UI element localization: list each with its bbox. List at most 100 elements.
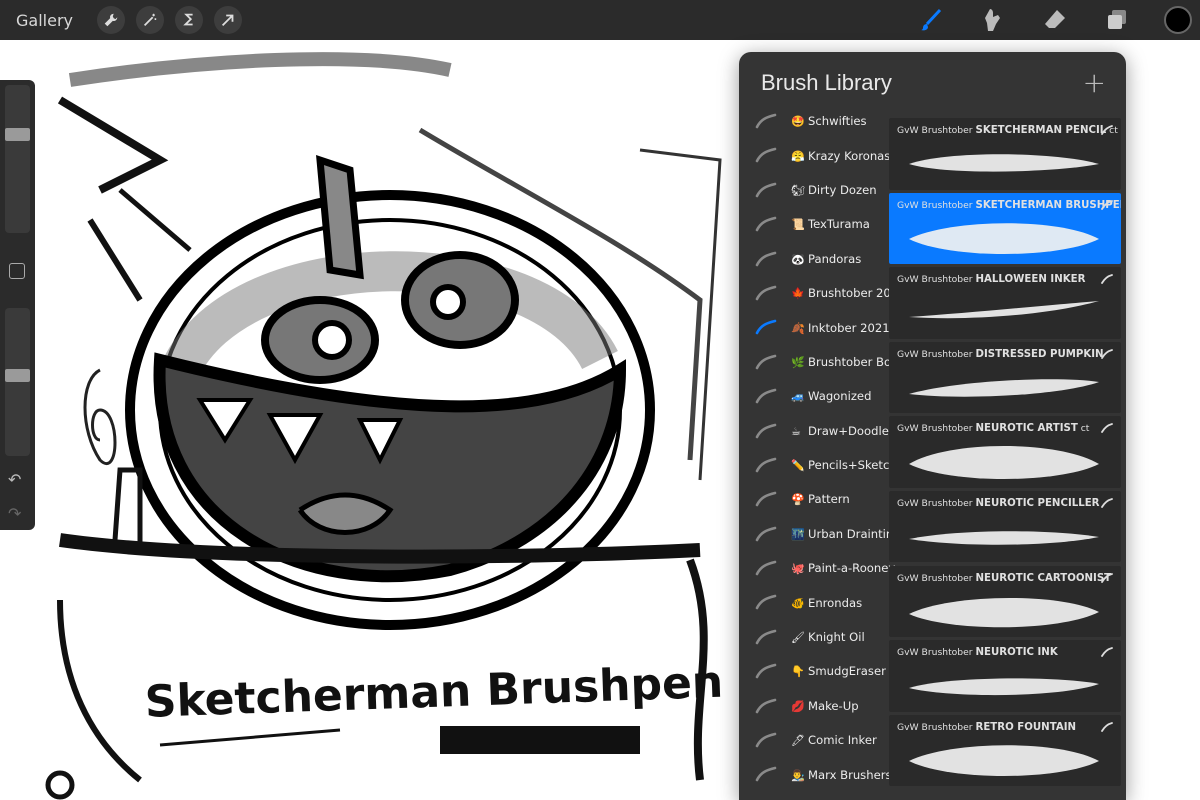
brush-set-item[interactable]: 🍄 Pattern xyxy=(739,482,889,516)
brush-set-emoji: 🐼 xyxy=(791,252,805,266)
selection-button[interactable] xyxy=(175,6,203,34)
brush-name: GvW Brushtober SKETCHERMAN BRUSHPEN xyxy=(897,200,1121,211)
brush-set-item[interactable]: 🐿 Dirty Dozen xyxy=(739,173,889,207)
brush-name: GvW Brushtober NEUROTIC INK xyxy=(897,647,1058,658)
brush-name: GvW Brushtober SKETCHERMAN PENCIL ct xyxy=(897,125,1118,136)
add-brush-button[interactable]: + xyxy=(1083,66,1106,99)
brush-name: GvW Brushtober DISTRESSED PUMPKIN xyxy=(897,349,1104,360)
brush-set-emoji: 🖊 xyxy=(791,734,805,748)
brush-prefix: GvW Brushtober xyxy=(897,721,973,733)
brush-set-stroke-icon xyxy=(755,767,777,782)
layers-tool[interactable] xyxy=(1102,5,1132,35)
brush-prefix: GvW Brushtober xyxy=(897,423,973,435)
brush-set-name: Pandoras xyxy=(808,251,862,266)
brush-set-label: 😤 Krazy Koronas xyxy=(791,149,890,163)
brush-set-emoji: 👨‍🎨 xyxy=(791,768,805,782)
brush-set-label: 🚙 Wagonized xyxy=(791,389,871,403)
brush-set-item[interactable]: 🖌 Knight Oil xyxy=(739,620,889,654)
brush-set-item[interactable]: 👨‍🎨 Marx Brushers xyxy=(739,757,892,791)
eraser-tool[interactable] xyxy=(1040,5,1070,35)
brush-set-label: 👇 SmudgEraser xyxy=(791,664,886,678)
brush-set-item[interactable]: 😤 Krazy Koronas xyxy=(739,138,890,172)
brush-set-stroke-icon xyxy=(755,148,777,163)
brush-item[interactable]: GvW Brushtober RETRO FOUNTAIN xyxy=(889,714,1121,787)
brush-set-name: Make-Up xyxy=(808,698,859,713)
brush-set-label: 🍂 Inktober 2021 xyxy=(791,321,890,335)
brush-title: NEUROTIC CARTOONIST xyxy=(975,572,1112,584)
brush-set-stroke-icon xyxy=(755,423,777,438)
brush-type-icon xyxy=(1101,647,1113,658)
brush-set-emoji: 🌃 xyxy=(791,527,805,541)
smudge-tool[interactable] xyxy=(978,5,1008,35)
brush-set-emoji: 🤩 xyxy=(791,115,805,129)
layers-icon xyxy=(1108,10,1126,29)
actions-button[interactable] xyxy=(97,6,125,34)
brush-prefix: GvW Brushtober xyxy=(897,348,973,360)
brush-set-label: ☕ Draw+Doodle xyxy=(791,424,889,438)
brush-set-emoji: 🚙 xyxy=(791,390,805,404)
brush-icon xyxy=(921,8,942,31)
brush-item[interactable]: GvW Brushtober NEUROTIC CARTOONIST xyxy=(889,565,1121,638)
brush-set-item[interactable]: 🍁 Brushtober 2021 xyxy=(739,276,906,310)
brush-set-stroke-icon xyxy=(755,388,777,404)
brush-prefix: GvW Brushtober xyxy=(897,274,973,286)
brush-set-item[interactable]: ✏️ Pencils+Sketch xyxy=(739,448,897,482)
brush-type-icon xyxy=(1101,721,1113,732)
brush-set-emoji: 🐿 xyxy=(791,183,805,197)
brush-set-item[interactable]: 🚙 Wagonized xyxy=(739,379,889,413)
brush-item[interactable]: GvW Brushtober SKETCHERMAN PENCIL ct xyxy=(889,118,1121,190)
redo-icon: ↷ xyxy=(8,504,22,523)
brush-type-icon xyxy=(1101,199,1113,210)
brush-item[interactable]: GvW Brushtober NEUROTIC INK xyxy=(889,640,1121,712)
brush-prefix: GvW Brushtober xyxy=(897,199,973,211)
brush-stroke-preview xyxy=(909,597,1099,627)
brush-size-slider-knob[interactable] xyxy=(5,128,30,142)
adjustments-button[interactable] xyxy=(136,6,164,34)
color-swatch[interactable] xyxy=(1164,6,1192,34)
brush-set-item[interactable]: 💋 Make-Up xyxy=(739,689,889,723)
brush-set-label: 💋 Make-Up xyxy=(791,699,859,713)
transform-button[interactable] xyxy=(214,6,242,34)
brush-set-item[interactable]: 🤩 Schwifties xyxy=(739,104,889,138)
brush-prefix: GvW Brushtober xyxy=(897,497,973,509)
brush-set-label: 🐙 Paint-a-Rooney xyxy=(791,561,895,575)
brush-set-stroke-icon xyxy=(755,251,777,266)
brush-set-item[interactable]: 👇 SmudgEraser xyxy=(739,654,889,688)
brush-item[interactable]: GvW Brushtober DISTRESSED PUMPKIN xyxy=(889,341,1121,414)
brush-set-stroke-icon xyxy=(755,595,777,610)
redo-button[interactable]: ↷ xyxy=(8,504,21,523)
gallery-button[interactable]: Gallery xyxy=(16,11,86,30)
brush-set-item[interactable]: 🌃 Urban Drainting xyxy=(739,517,901,551)
brush-stroke-preview xyxy=(909,678,1099,696)
brush-set-item[interactable]: 🌿 Brushtober Bonus xyxy=(739,345,912,379)
brush-set-label: 🍄 Pattern xyxy=(791,492,850,506)
brush-set-item[interactable]: ☕ Draw+Doodle xyxy=(739,414,889,448)
brush-set-emoji: 🍂 xyxy=(791,321,805,335)
brush-name: GvW Brushtober NEUROTIC ARTIST ct xyxy=(897,423,1089,434)
undo-button[interactable]: ↶ xyxy=(8,470,21,489)
brush-opacity-slider-knob[interactable] xyxy=(5,368,30,382)
brush-item[interactable]: GvW Brushtober NEUROTIC PENCILLER xyxy=(889,490,1121,563)
brush-set-item[interactable]: 🍂 Inktober 2021 xyxy=(739,310,890,344)
brush-set-stroke-icon xyxy=(755,113,777,129)
undo-icon: ↶ xyxy=(8,470,22,489)
brush-tool[interactable] xyxy=(916,5,946,35)
brush-set-item[interactable]: 🐠 Enrondas xyxy=(739,585,889,619)
brush-set-emoji: 🐙 xyxy=(791,562,805,576)
modify-button[interactable] xyxy=(9,263,25,279)
brush-set-name: Paint-a-Rooney xyxy=(808,561,896,576)
brush-item[interactable]: GvW Brushtober SKETCHERMAN BRUSHPEN xyxy=(889,192,1121,265)
brush-set-item[interactable]: 🖊 Comic Inker xyxy=(739,723,889,757)
brush-set-label: 👨‍🎨 Marx Brushers xyxy=(791,768,892,782)
brush-library-panel: Brush Library + 🤩 Schwifties 😤 Krazy Korona… xyxy=(739,52,1126,800)
brush-set-label: 📜 TexTurama xyxy=(791,217,870,231)
brush-set-item[interactable]: 📜 TexTurama xyxy=(739,207,889,241)
brush-size-slider[interactable] xyxy=(5,85,30,233)
brush-item[interactable]: GvW Brushtober NEUROTIC ARTIST ct xyxy=(889,416,1121,488)
brush-opacity-slider[interactable] xyxy=(5,308,30,456)
brush-item[interactable]: GvW Brushtober HALLOWEEN INKER xyxy=(889,267,1121,339)
brush-set-item[interactable]: 🐙 Paint-a-Rooney xyxy=(739,551,895,585)
magic-wand-icon xyxy=(143,13,157,27)
brush-title: HALLOWEEN INKER xyxy=(975,274,1086,286)
brush-set-item[interactable]: 🐼 Pandoras xyxy=(739,242,889,276)
